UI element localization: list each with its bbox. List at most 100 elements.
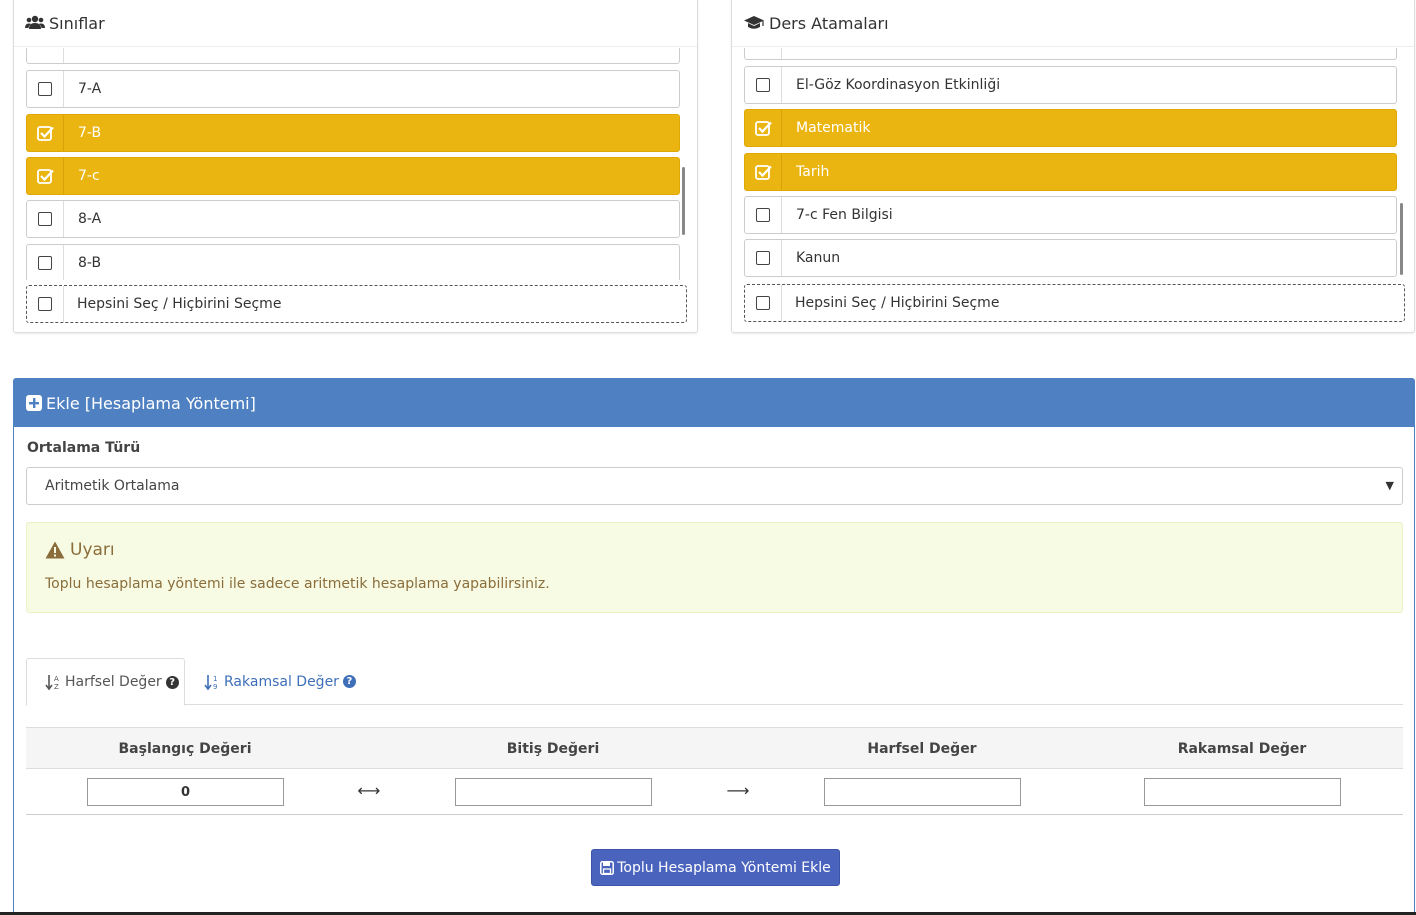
classes-scrollbar[interactable] xyxy=(682,167,685,235)
add-bulk-method-label: Toplu Hesaplama Yöntemi Ekle xyxy=(617,859,831,876)
checkbox-cell xyxy=(27,71,64,107)
warning-alert: Uyarı Toplu hesaplama yöntemi ile sadece… xyxy=(26,522,1403,613)
checkbox-checked-icon[interactable] xyxy=(36,125,54,141)
tab-number-value[interactable]: 1 9 Rakamsal Değer ? xyxy=(186,658,356,705)
list-item-partial[interactable] xyxy=(26,48,680,64)
checkbox-unchecked-icon[interactable] xyxy=(756,296,770,310)
checkbox-cell xyxy=(27,201,64,237)
checkbox-cell xyxy=(745,240,782,276)
course-item-fen-bilgisi[interactable]: 7-c Fen Bilgisi xyxy=(744,196,1397,234)
classes-panel-title: Sınıflar xyxy=(49,13,105,33)
checkbox-unchecked-icon[interactable] xyxy=(756,251,770,265)
checkbox-checked-icon[interactable] xyxy=(754,120,772,136)
end-value-input[interactable] xyxy=(455,778,652,806)
class-item-7b[interactable]: 7-B xyxy=(26,114,680,152)
courses-list[interactable]: El-Göz Koordinasyon Etkinliği Matematik … xyxy=(744,48,1397,280)
tab-letter-value[interactable]: A Z Harfsel Değer ? xyxy=(26,658,185,706)
course-item-label: El-Göz Koordinasyon Etkinliği xyxy=(796,77,1001,93)
svg-text:A: A xyxy=(54,675,59,683)
checkbox-unchecked-icon[interactable] xyxy=(38,256,52,270)
warning-message: Toplu hesaplama yöntemi ile sadece aritm… xyxy=(45,576,550,592)
add-bulk-method-button[interactable]: Toplu Hesaplama Yöntemi Ekle xyxy=(591,849,840,886)
add-method-panel-heading: Ekle [Hesaplama Yöntemi] xyxy=(14,379,1414,427)
letter-value-input[interactable] xyxy=(824,778,1021,806)
plus-square-icon xyxy=(26,395,42,411)
average-type-label: Ortalama Türü xyxy=(27,440,141,456)
table-row: ⟷ ⟶ xyxy=(26,769,1403,815)
checkbox-cell xyxy=(745,154,782,190)
courses-panel-title: Ders Atamaları xyxy=(769,13,889,33)
checkbox-cell xyxy=(27,245,64,280)
svg-text:Z: Z xyxy=(54,683,59,691)
classes-list[interactable]: 7-A 7-B 7-c 8-A 8-B xyxy=(26,48,680,280)
checkbox-cell xyxy=(745,197,782,233)
course-item-el-goz[interactable]: El-Göz Koordinasyon Etkinliği xyxy=(744,66,1397,104)
course-item-matematik[interactable]: Matematik xyxy=(744,109,1397,147)
checkbox-cell xyxy=(745,285,782,321)
checkbox-cell xyxy=(27,286,64,322)
svg-text:1: 1 xyxy=(213,675,217,683)
value-type-tabs: A Z Harfsel Değer ? 1 9 Rakamsal Değer ? xyxy=(26,658,1403,706)
course-item-kanun[interactable]: Kanun xyxy=(744,239,1397,277)
users-icon xyxy=(25,15,45,29)
checkbox-cell xyxy=(745,110,782,146)
graduation-cap-icon xyxy=(744,16,764,29)
floppy-disk-icon xyxy=(600,860,615,875)
table-header: Başlangıç Değeri Bitiş Değeri Harfsel De… xyxy=(26,727,1403,769)
checkbox-unchecked-icon[interactable] xyxy=(756,78,770,92)
header-letter-value: Harfsel Değer xyxy=(867,741,977,757)
arrow-right-icon: ⟶ xyxy=(726,781,750,800)
checkbox-unchecked-icon[interactable] xyxy=(38,297,52,311)
class-item-label: 8-A xyxy=(78,211,102,227)
range-table: Başlangıç Değeri Bitiş Değeri Harfsel De… xyxy=(26,727,1403,815)
checkbox-cell xyxy=(745,67,782,103)
sort-alpha-icon: A Z xyxy=(45,675,59,691)
warning-title-row: Uyarı xyxy=(45,540,115,560)
class-item-7a[interactable]: 7-A xyxy=(26,70,680,108)
arrows-horizontal-icon: ⟷ xyxy=(357,781,381,800)
checkbox-cell xyxy=(27,115,64,151)
header-number-value: Rakamsal Değer xyxy=(1177,741,1307,757)
course-item-label: Tarih xyxy=(796,164,830,180)
caret-down-icon: ▼ xyxy=(1385,479,1394,492)
warning-title: Uyarı xyxy=(70,540,115,560)
courses-scrollbar[interactable] xyxy=(1400,203,1403,275)
checkbox-cell xyxy=(27,158,64,194)
question-circle-icon[interactable]: ? xyxy=(342,675,356,688)
checkbox-unchecked-icon[interactable] xyxy=(38,82,52,96)
header-start-value: Başlangıç Değeri xyxy=(118,741,252,757)
warning-triangle-icon xyxy=(45,541,65,559)
average-type-select[interactable]: Aritmetik Ortalama ▼ xyxy=(26,467,1403,505)
header-end-value: Bitiş Değeri xyxy=(506,741,600,757)
courses-panel-heading: Ders Atamaları xyxy=(732,0,1414,47)
course-item-label: Matematik xyxy=(796,120,871,136)
average-type-value: Aritmetik Ortalama xyxy=(45,478,180,494)
checkbox-checked-icon[interactable] xyxy=(754,164,772,180)
course-item-tarih[interactable]: Tarih xyxy=(744,153,1397,191)
class-item-7c[interactable]: 7-c xyxy=(26,157,680,195)
course-item-label: 7-c Fen Bilgisi xyxy=(796,207,893,223)
class-item-label: 8-B xyxy=(78,255,102,271)
tab-letter-value-label: Harfsel Değer xyxy=(65,674,162,690)
checkbox-checked-icon[interactable] xyxy=(36,168,54,184)
class-item-label: 7-B xyxy=(78,125,102,141)
class-item-8b[interactable]: 8-B xyxy=(26,244,680,280)
start-value-input[interactable] xyxy=(87,778,284,806)
class-item-8a[interactable]: 8-A xyxy=(26,200,680,238)
classes-panel: Sınıflar 7-A 7-B 7-c 8-A 8-B Hepsini Seç… xyxy=(13,0,698,333)
checkbox-unchecked-icon[interactable] xyxy=(756,208,770,222)
course-item-label: Kanun xyxy=(796,250,841,266)
classes-select-all[interactable]: Hepsini Seç / Hiçbirini Seçme xyxy=(26,285,687,323)
checkbox-unchecked-icon[interactable] xyxy=(38,212,52,226)
number-value-input[interactable] xyxy=(1144,778,1341,806)
courses-panel: Ders Atamaları El-Göz Koordinasyon Etkin… xyxy=(731,0,1415,333)
add-method-title: Ekle [Hesaplama Yöntemi] xyxy=(46,393,256,413)
sort-numeric-icon: 1 9 xyxy=(204,674,217,691)
list-item-partial[interactable] xyxy=(744,48,1397,60)
class-item-label: 7-c xyxy=(78,168,100,184)
class-item-label: 7-A xyxy=(78,81,102,97)
tab-number-value-label: Rakamsal Değer xyxy=(224,673,339,690)
courses-select-all[interactable]: Hepsini Seç / Hiçbirini Seçme xyxy=(744,284,1405,322)
question-circle-icon[interactable]: ? xyxy=(165,675,179,689)
svg-text:9: 9 xyxy=(213,683,217,691)
